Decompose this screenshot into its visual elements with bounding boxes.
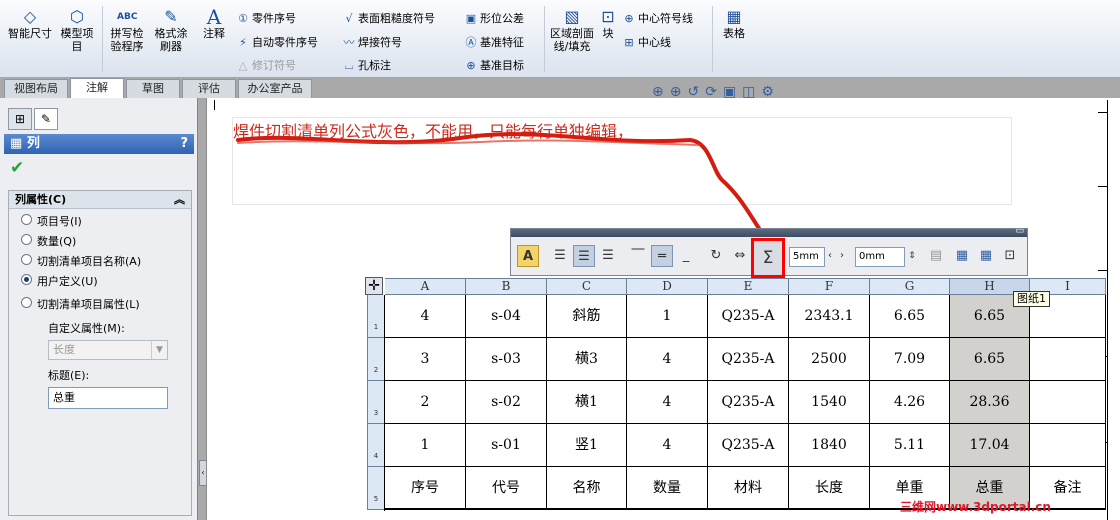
column-letter-header[interactable]: E [708, 278, 789, 295]
insert-row-icon[interactable]: ▦ [951, 245, 973, 267]
row-number-label: 2 [373, 366, 379, 374]
header-cell[interactable]: 材料 [708, 467, 789, 510]
row-number-header[interactable]: 5 [367, 467, 385, 510]
table-cell[interactable]: 1 [385, 424, 466, 467]
table-cell[interactable]: 3 [385, 338, 466, 381]
header-cell[interactable]: 数量 [627, 467, 708, 510]
table-cell[interactable]: 横3 [547, 338, 627, 381]
table-cell[interactable]: s-02 [466, 381, 547, 424]
rotate-text-icon[interactable]: ↻ [705, 245, 727, 267]
table-cell[interactable]: s-04 [466, 295, 547, 338]
table-cell[interactable]: 4.26 [870, 381, 950, 424]
toolbar-pin-icon[interactable]: ▭ [1015, 226, 1024, 236]
table-cell[interactable] [1030, 381, 1106, 424]
table-cell[interactable]: 7.09 [870, 338, 950, 381]
align-middle-icon[interactable]: ═ [651, 245, 673, 267]
spin-increase-icon[interactable]: › [837, 245, 847, 267]
row-number-label: 1 [373, 323, 379, 331]
align-left-icon[interactable]: ☰ [549, 245, 571, 267]
table-cell[interactable]: 1840 [789, 424, 870, 467]
table-cell[interactable]: 1 [627, 295, 708, 338]
horizontal-margin-spinner[interactable]: 5mm [789, 247, 825, 267]
table-cell[interactable]: 4 [627, 381, 708, 424]
table-cell[interactable]: 斜筋 [547, 295, 627, 338]
table-cell[interactable]: 4 [385, 295, 466, 338]
align-center-icon[interactable]: ☰ [573, 245, 595, 267]
column-letter-header[interactable]: A [385, 278, 466, 295]
spin-updown-icon[interactable]: ⇕ [907, 245, 917, 267]
toolbar-title-bar[interactable] [511, 229, 1027, 237]
table-cell[interactable] [1030, 338, 1106, 381]
table-cell[interactable] [1030, 424, 1106, 467]
table-cell[interactable]: Q235-A [708, 424, 789, 467]
row-number-label: 3 [373, 409, 379, 417]
row-number-header[interactable]: 3 [367, 381, 385, 424]
watermark-text: 三维网www.3dportal.cn [900, 500, 1051, 514]
table-cell[interactable]: 横1 [547, 381, 627, 424]
cell-properties-icon[interactable]: ▤ [925, 245, 947, 267]
row-number-header[interactable]: 2 [367, 338, 385, 381]
table-cell[interactable]: s-01 [466, 424, 547, 467]
column-letter-header[interactable]: G [870, 278, 950, 295]
table-cell[interactable]: 2343.1 [789, 295, 870, 338]
font-style-button[interactable]: A [517, 245, 539, 267]
table-cell[interactable]: 4 [627, 424, 708, 467]
table-cell[interactable]: Q235-A [708, 381, 789, 424]
table-cell[interactable]: Q235-A [708, 338, 789, 381]
equation-sum-button[interactable]: Σ [751, 238, 785, 278]
header-cell[interactable]: 序号 [385, 467, 466, 510]
table-format-toolbar: ▭ A ☰ ☰ ☰ ⎺ ═ _ ↻ ⇔ Σ 5mm ‹ › 0mm ⇕ ▤ ▦ … [510, 226, 1028, 278]
column-letter-header[interactable]: D [627, 278, 708, 295]
row-number-label: 5 [373, 495, 379, 503]
align-right-icon[interactable]: ☰ [597, 245, 619, 267]
header-cell[interactable]: 代号 [466, 467, 547, 510]
fit-text-icon[interactable]: ⇔ [729, 245, 751, 267]
table-cell[interactable]: 4 [627, 338, 708, 381]
table-cell[interactable]: 17.04 [950, 424, 1030, 467]
table-cell[interactable]: 28.36 [950, 381, 1030, 424]
sheet-tooltip: 图纸1 [1013, 291, 1050, 307]
table-cell[interactable]: 1540 [789, 381, 870, 424]
row-number-header[interactable]: 4 [367, 424, 385, 467]
table-cell[interactable]: 6.65 [950, 338, 1030, 381]
vertical-margin-spinner[interactable]: 0mm [855, 247, 905, 267]
table-cell[interactable]: 竖1 [547, 424, 627, 467]
table-left-border [384, 295, 385, 511]
row-number-header[interactable]: 1 [367, 295, 385, 338]
table-cell[interactable]: s-03 [466, 338, 547, 381]
insert-column-icon[interactable]: ▦ [975, 245, 997, 267]
merge-cells-icon[interactable]: ⊡ [999, 245, 1021, 267]
table-cell[interactable]: 5.11 [870, 424, 950, 467]
header-cell[interactable]: 名称 [547, 467, 627, 510]
align-bottom-icon[interactable]: _ [675, 245, 697, 267]
column-letter-header[interactable]: C [547, 278, 627, 295]
row-number-label: 4 [373, 452, 379, 460]
align-top-icon[interactable]: ⎺ [627, 245, 649, 267]
header-cell[interactable]: 长度 [789, 467, 870, 510]
table-move-handle-icon[interactable]: ✛ [365, 277, 383, 295]
table-cell[interactable]: 6.65 [870, 295, 950, 338]
column-letter-header[interactable]: F [789, 278, 870, 295]
table-cell[interactable]: 2500 [789, 338, 870, 381]
table-cell[interactable]: 2 [385, 381, 466, 424]
table-cell[interactable]: Q235-A [708, 295, 789, 338]
spin-decrease-icon[interactable]: ‹ [825, 245, 835, 267]
column-letter-header[interactable]: B [466, 278, 547, 295]
